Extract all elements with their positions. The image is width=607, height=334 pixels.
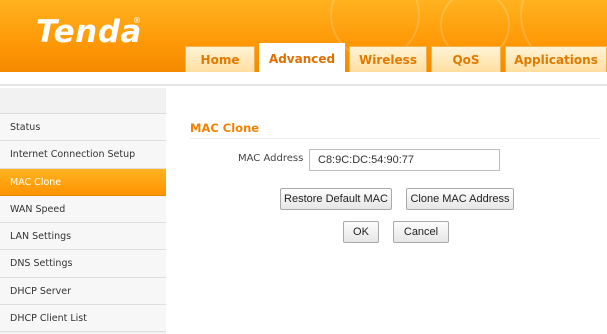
sidebar-item-status[interactable]: Status [0,114,166,142]
ok-button[interactable]: OK [343,221,379,243]
registered-mark: ® [133,16,141,25]
sidebar-item-dhcp-server[interactable]: DHCP Server [0,277,166,306]
sidebar-item-dns-settings[interactable]: DNS Settings [0,250,166,278]
sidebar-item-dhcp-client-list[interactable]: DHCP Client List [0,305,166,333]
mac-address-input[interactable] [309,149,500,171]
sidebar-item-wan-speed[interactable]: WAN Speed [0,195,166,224]
header-banner: Tenda ® Home Advanced Wireless QoS Appli… [0,0,607,72]
title-divider [190,138,600,139]
header-divider [0,72,607,86]
restore-default-mac-button[interactable]: Restore Default MAC [280,188,392,210]
sidebar-item-lan-settings[interactable]: LAN Settings [0,223,166,251]
clone-mac-address-button[interactable]: Clone MAC Address [406,188,514,210]
tab-home[interactable]: Home [185,46,255,72]
sidebar-item-mac-clone[interactable]: MAC Clone [0,168,166,196]
brand-logo: Tenda [36,14,142,50]
main-content: MAC Clone MAC Address Restore Default MA… [170,88,607,334]
mac-address-label: MAC Address [238,153,304,164]
tab-advanced[interactable]: Advanced [259,43,345,72]
page-title: MAC Clone [190,121,260,135]
sidebar-item-internet-connection-setup[interactable]: Internet Connection Setup [0,141,166,169]
tab-qos[interactable]: QoS [431,46,501,72]
sidebar-menu: Status Internet Connection Setup MAC Clo… [0,88,166,334]
tab-wireless[interactable]: Wireless [349,46,427,72]
sidebar-header [0,88,166,114]
cancel-button[interactable]: Cancel [393,221,449,243]
tab-applications[interactable]: Applications [505,46,607,72]
